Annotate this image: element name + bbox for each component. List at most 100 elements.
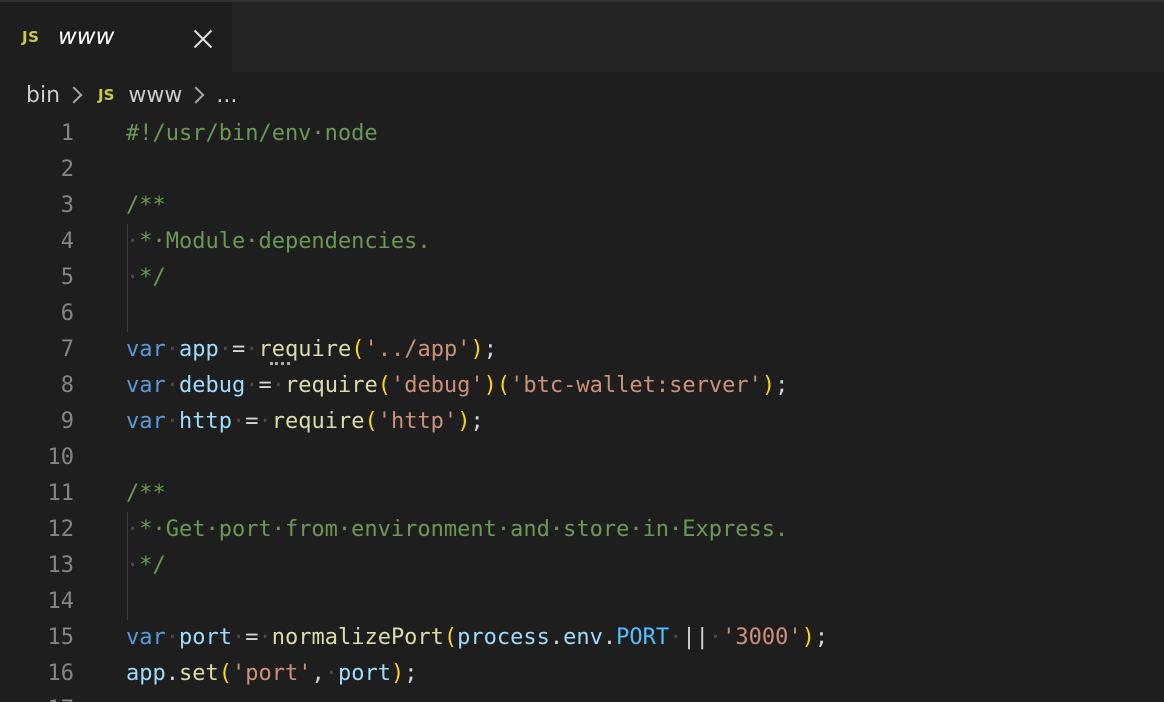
code-token: process [457, 625, 550, 650]
editor-window: JS www bin JS www ... 1 #!/usr/bin/env·no… [0, 0, 1164, 702]
code-token: . [602, 625, 617, 650]
tab-label: www [58, 24, 115, 50]
code-token: */ [139, 265, 166, 290]
code-token: · [126, 265, 140, 290]
breadcrumb-file[interactable]: www [128, 83, 182, 108]
code-line[interactable]: 16 app.set('port',·port); [0, 656, 1164, 692]
code-token: ( [218, 661, 232, 686]
code-line[interactable]: 9 var·http·=·require('http'); [0, 404, 1164, 440]
breadcrumb: bin JS www ... [26, 80, 237, 110]
code-line[interactable]: 14 [0, 584, 1164, 620]
line-number: 12 [47, 517, 75, 542]
code-text: ·*·Get·port·from·environment·and·store·i… [126, 512, 788, 548]
code-token: · [669, 625, 683, 650]
code-line[interactable]: 5 ·*/ [0, 260, 1164, 296]
code-token: . [165, 661, 179, 686]
code-token: · [165, 409, 179, 434]
code-line[interactable]: 3 /** [0, 188, 1164, 224]
code-text: var·app·=·require('../app'); [126, 332, 497, 368]
code-token: ) [390, 661, 405, 686]
code-token: ) [801, 625, 815, 650]
code-token: · [258, 409, 272, 434]
line-number: 8 [60, 373, 74, 398]
code-token: #!/usr/bin/env·node [126, 121, 378, 146]
code-token: · [324, 661, 338, 686]
code-token: require [271, 409, 365, 434]
code-token: · [708, 625, 723, 650]
code-token: · [126, 553, 140, 578]
code-token: set [179, 661, 219, 686]
code-line[interactable]: 11 /** [0, 476, 1164, 512]
code-line[interactable]: 6 [0, 296, 1164, 332]
code-line[interactable]: 8 var·debug·=·require('debug')('btc-walle… [0, 368, 1164, 404]
line-number: 10 [47, 445, 75, 470]
code-token: ( [377, 373, 391, 398]
code-token: 'port' [232, 661, 312, 686]
code-token: · [258, 625, 272, 650]
code-text: ·*/ [126, 260, 166, 296]
code-token: ) [761, 373, 776, 398]
code-text: var·debug·=·require('debug')('btc-wallet… [126, 368, 788, 404]
breadcrumb-symbols[interactable]: ... [216, 83, 237, 108]
code-token: ; [775, 373, 789, 398]
code-token: || [682, 625, 709, 650]
code-token: = [245, 409, 259, 434]
code-token: env [563, 625, 603, 650]
code-token: /** [126, 481, 166, 506]
code-token: · [231, 625, 246, 650]
code-editor[interactable]: 1 #!/usr/bin/env·node 2 3 /** 4 ·*·Module·depe… [0, 116, 1164, 702]
code-token: , [311, 661, 325, 686]
close-icon[interactable] [190, 26, 216, 52]
code-token: http [179, 409, 232, 434]
line-number: 2 [60, 157, 74, 182]
code-token: require [284, 373, 378, 398]
code-line[interactable]: 12 ·*·Get·port·from·environment·and·store… [0, 512, 1164, 548]
code-token: · [165, 625, 179, 650]
line-number: 4 [60, 229, 74, 254]
code-token: debug [179, 373, 246, 398]
code-line[interactable]: 17 [0, 692, 1164, 702]
chevron-right-icon [65, 86, 83, 104]
line-number: 13 [47, 553, 75, 578]
breadcrumb-folder[interactable]: bin [26, 83, 60, 108]
code-line[interactable]: 10 [0, 440, 1164, 476]
code-text: ·*/ [126, 548, 166, 584]
code-token: ; [483, 337, 497, 362]
code-token: · [245, 373, 259, 398]
code-token: var [126, 409, 166, 434]
code-token: · [271, 373, 285, 398]
code-line[interactable]: 7 var·app·=·require('../app'); [0, 332, 1164, 368]
code-token: · [218, 337, 232, 362]
code-text: /** [126, 476, 166, 512]
code-token: app [179, 337, 219, 362]
line-number: 14 [47, 589, 75, 614]
code-line[interactable]: 13 ·*/ [0, 548, 1164, 584]
code-line[interactable]: 1 #!/usr/bin/env·node [0, 116, 1164, 152]
code-token: . [549, 625, 564, 650]
line-number: 17 [0, 692, 75, 702]
code-token: *·Get·port·from·environment·and·store·in… [139, 517, 789, 542]
line-number: 6 [60, 301, 74, 326]
code-token: /** [126, 193, 166, 218]
code-line[interactable]: 15 var·port·=·normalizePort(process.env.P… [0, 620, 1164, 656]
code-token: port [179, 625, 232, 650]
line-number: 5 [60, 265, 74, 290]
tab-www[interactable]: JS www [0, 2, 232, 72]
code-line[interactable]: 4 ·*·Module·dependencies. [0, 224, 1164, 260]
code-token: '3000' [722, 625, 802, 650]
code-token: · [126, 229, 140, 254]
line-number: 9 [60, 409, 74, 434]
code-token: PORT [616, 625, 670, 650]
code-token: '../app' [364, 337, 471, 362]
code-text: var·port·=·normalizePort(process.env.POR… [126, 620, 828, 656]
code-text: var·http·=·require('http'); [126, 404, 484, 440]
line-number: 3 [60, 193, 74, 218]
code-text: ·*·Module·dependencies. [126, 224, 431, 260]
line-number: 16 [47, 661, 75, 686]
code-text: #!/usr/bin/env·node [126, 116, 378, 152]
code-token: ( [351, 337, 365, 362]
code-token: · [126, 517, 140, 542]
js-file-icon: JS [22, 28, 40, 46]
code-line[interactable]: 2 [0, 152, 1164, 188]
code-token: = [232, 337, 246, 362]
